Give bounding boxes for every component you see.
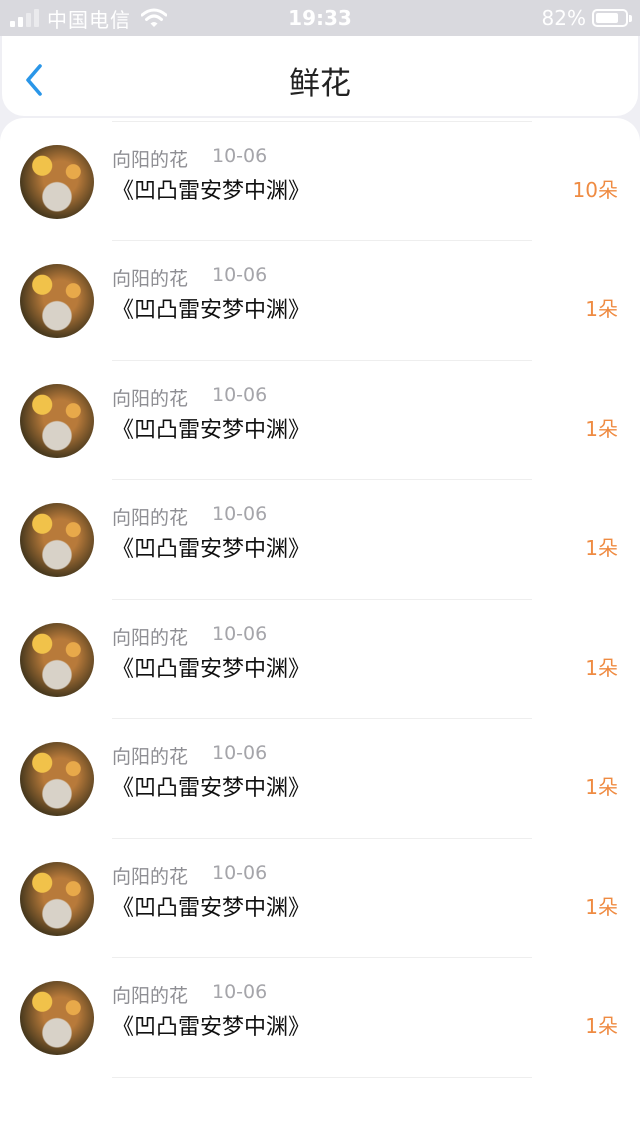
book-title[interactable]: 《凹凸雷安梦中渊》	[112, 890, 310, 922]
author-name: 向阳的花	[112, 626, 189, 649]
divider	[112, 1076, 532, 1078]
flower-count: 1朵	[585, 894, 618, 919]
record-date: 10-06	[212, 861, 268, 884]
author-name: 向阳的花	[112, 387, 189, 410]
flower-count: 10朵	[572, 177, 618, 202]
author-name: 向阳的花	[112, 865, 189, 888]
flower-count: 1朵	[585, 416, 618, 441]
avatar[interactable]	[20, 503, 94, 577]
author-name: 向阳的花	[112, 507, 189, 529]
flower-record-list[interactable]: 向阳的花 10-06 《凹凸雷安梦中渊》 10朵 向阳的花 10-06 《凹凸雷…	[0, 118, 640, 1139]
list-item[interactable]: 向阳的花 10-06 《凹凸雷安梦中渊》 1朵	[0, 361, 640, 480]
nav-bar: 鲜花	[2, 36, 638, 116]
list-item[interactable]: 向阳的花 10-06 《凹凸雷安梦中渊》 10朵	[0, 122, 640, 241]
avatar[interactable]	[20, 861, 94, 936]
author-name: 向阳的花	[112, 985, 189, 1007]
flower-count: 1朵	[585, 297, 618, 321]
record-date: 10-06	[212, 383, 268, 406]
battery-percent: 82%	[541, 6, 586, 30]
avatar[interactable]	[20, 981, 94, 1055]
avatar[interactable]	[20, 264, 94, 338]
record-date: 10-06	[212, 264, 268, 286]
record-date: 10-06	[212, 144, 268, 167]
list-item[interactable]: 向阳的花 10-06 《凹凸雷安梦中渊》 1朵	[0, 958, 640, 1078]
flower-count: 1朵	[585, 1014, 618, 1038]
avatar[interactable]	[20, 622, 94, 697]
record-date: 10-06	[212, 622, 268, 645]
author-name: 向阳的花	[112, 148, 189, 171]
book-title[interactable]: 《凹凸雷安梦中渊》	[112, 1009, 310, 1041]
avatar[interactable]	[20, 383, 94, 458]
list-item[interactable]: 向阳的花 10-06 《凹凸雷安梦中渊》 1朵	[0, 839, 640, 958]
book-title[interactable]: 《凹凸雷安梦中渊》	[112, 651, 310, 683]
record-date: 10-06	[212, 981, 268, 1003]
book-title[interactable]: 《凹凸雷安梦中渊》	[112, 770, 310, 802]
list-item[interactable]: 向阳的花 10-06 《凹凸雷安梦中渊》 1朵	[0, 241, 640, 361]
author-name: 向阳的花	[112, 746, 189, 768]
list-item[interactable]: 向阳的花 10-06 《凹凸雷安梦中渊》 1朵	[0, 480, 640, 600]
record-date: 10-06	[212, 503, 268, 525]
flower-record-list-inner: 向阳的花 10-06 《凹凸雷安梦中渊》 10朵 向阳的花 10-06 《凹凸雷…	[0, 118, 640, 1078]
flower-count: 1朵	[585, 655, 618, 680]
book-title[interactable]: 《凹凸雷安梦中渊》	[112, 292, 310, 324]
avatar[interactable]	[20, 742, 94, 816]
status-right: 82%	[541, 6, 632, 30]
author-name: 向阳的花	[112, 268, 189, 290]
book-title[interactable]: 《凹凸雷安梦中渊》	[112, 531, 310, 563]
battery-icon	[592, 9, 632, 27]
page-title: 鲜花	[289, 66, 351, 102]
avatar[interactable]	[20, 144, 94, 219]
flower-count: 1朵	[585, 536, 618, 560]
flower-count: 1朵	[585, 775, 618, 799]
status-bar: 中国电信 19:33 82%	[0, 0, 640, 36]
list-item[interactable]: 向阳的花 10-06 《凹凸雷安梦中渊》 1朵	[0, 719, 640, 839]
list-item[interactable]: 向阳的花 10-06 《凹凸雷安梦中渊》 1朵	[0, 600, 640, 719]
book-title[interactable]: 《凹凸雷安梦中渊》	[112, 412, 310, 444]
record-date: 10-06	[212, 742, 268, 764]
book-title[interactable]: 《凹凸雷安梦中渊》	[112, 173, 310, 205]
